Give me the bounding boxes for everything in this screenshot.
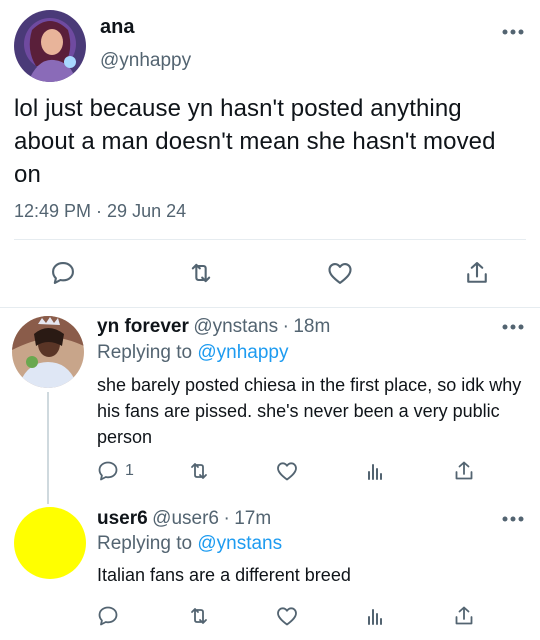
replying-to: Replying to @ynhappy [97,342,288,364]
reply-author-handle[interactable]: @user6 [152,508,219,529]
analytics-icon[interactable] [363,604,387,628]
share-icon[interactable] [452,459,476,483]
reply-avatar[interactable] [12,316,84,388]
reply-text: Italian fans are a different breed [97,565,351,585]
analytics-icon[interactable] [363,459,387,483]
reply-time[interactable]: 17m [234,508,271,529]
meta-separator: · [282,316,289,337]
divider-timestamp [14,239,526,240]
retweet-icon[interactable] [187,604,211,628]
replying-to-mention[interactable]: @ynstans [197,533,282,554]
share-icon[interactable] [463,259,491,287]
reply-icon[interactable] [49,259,77,287]
author-handle[interactable]: @ynhappy [100,50,191,72]
like-icon[interactable] [275,459,299,483]
tweet-text: lol just because yn hasn't posted anythi… [14,95,496,188]
more-options-icon[interactable] [501,323,525,331]
reply-header: user6 @user6 · 17m [97,508,271,530]
avatar-image [12,316,84,388]
retweet-icon[interactable] [187,459,211,483]
reply-count: 1 [125,462,134,479]
replying-to-mention[interactable]: @ynhappy [197,342,288,363]
retweet-icon[interactable] [187,259,215,287]
divider-actions [0,307,540,308]
author-name[interactable]: ana [100,16,134,39]
like-icon[interactable] [326,259,354,287]
reply-author-name[interactable]: yn forever [97,316,189,337]
more-options-icon[interactable] [501,515,525,523]
replying-to: Replying to @ynstans [97,533,282,555]
reply-text: she barely posted chiesa in the first pl… [97,375,522,447]
more-options-icon[interactable] [501,28,525,36]
avatar-image [14,10,86,82]
meta-separator: · [223,508,230,529]
reply-icon[interactable] [96,459,120,483]
share-icon[interactable] [452,604,476,628]
reply-author-name[interactable]: user6 [97,508,148,529]
reply-author-handle[interactable]: @ynstans [193,316,278,337]
like-icon[interactable] [275,604,299,628]
reply-header: yn forever @ynstans · 18m [97,316,330,338]
tweet-timestamp[interactable]: 12:49 PM · 29 Jun 24 [14,201,186,222]
replying-to-label: Replying to [97,533,193,554]
thread-connector [47,392,49,504]
author-avatar[interactable] [14,10,86,82]
reply-time[interactable]: 18m [293,316,330,337]
replying-to-label: Replying to [97,342,193,363]
reply-icon[interactable] [96,604,120,628]
reply-avatar[interactable] [14,507,86,579]
